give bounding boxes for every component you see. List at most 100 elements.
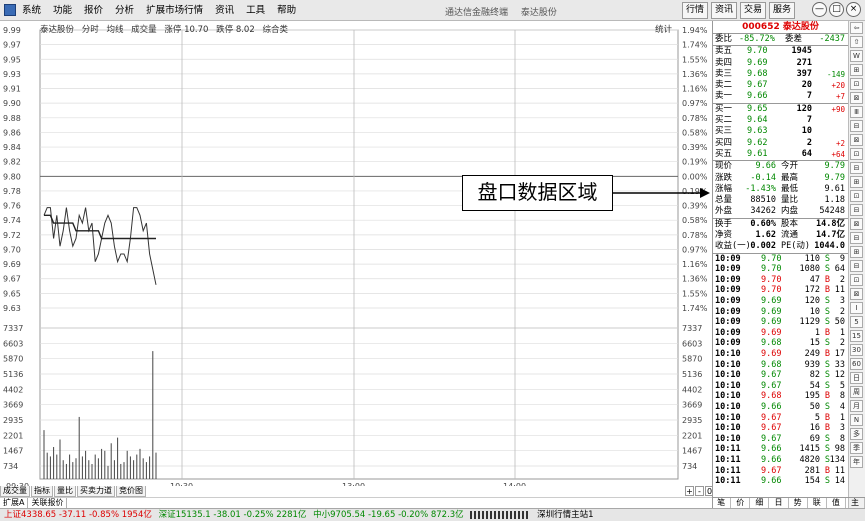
toolbar-icon[interactable]: ⊞ <box>850 246 863 258</box>
quote-row: 现价 9.66 今开 9.79 <box>713 161 848 172</box>
panel-tab[interactable]: 主 <box>846 498 865 508</box>
tick-volume: 249 <box>804 348 820 359</box>
toolbar-icon[interactable]: 15 <box>850 330 863 342</box>
toolbar-icon[interactable]: ⊠ <box>850 288 863 300</box>
pct-tick-label: 0.19% <box>682 187 708 196</box>
fund-label: 净资 <box>715 230 733 241</box>
menu-quote[interactable]: 报价 <box>84 4 103 17</box>
service-button[interactable]: 服务 <box>768 2 795 19</box>
toolbar-icon[interactable]: W <box>850 50 863 62</box>
quote-label-2: 今开 <box>781 161 799 172</box>
toolbar-icon[interactable]: 日 <box>850 372 863 384</box>
price-tick-label: 9.88 <box>3 114 21 123</box>
chart-limit-down: 跌停 8.02 <box>216 25 255 35</box>
quote-value: 34262 <box>750 206 776 217</box>
toolbar-icon[interactable]: 月 <box>850 400 863 412</box>
tab-extend-a[interactable]: 扩展A <box>0 498 29 508</box>
tick-row: 10:09 9.69 1 B 1 <box>713 328 848 339</box>
toolbar-icon[interactable]: N <box>850 414 863 426</box>
toolbar-icon[interactable]: ⊡ <box>850 78 863 90</box>
status-shanghai: 上证4338.65 -37.11 -0.85% 1954亿 <box>4 510 152 520</box>
toolbar-icon[interactable]: ⊠ <box>850 134 863 146</box>
stat-button[interactable]: 统计 <box>655 23 672 35</box>
volume-tick-label: 2935 <box>3 416 23 425</box>
quote-section: 现价 9.66 今开 9.79 涨跌 -0.14 最高 9.79 涨幅 -1.43% 最低 9.61 总… <box>713 161 848 219</box>
toolbar-icon[interactable]: 5 <box>850 316 863 328</box>
toolbar-icon[interactable]: 60 <box>850 358 863 370</box>
tab-buy-sell-force[interactable]: 买卖力道 <box>77 486 115 497</box>
fund-value: 0.60% <box>750 218 776 229</box>
tick-volume: 54 <box>809 380 820 391</box>
price-tick-label: 9.70 <box>3 245 21 254</box>
panel-tab[interactable]: 日 <box>769 498 789 508</box>
toolbar-icon[interactable]: 周 <box>850 386 863 398</box>
toolbar-icon[interactable]: ⊟ <box>850 232 863 244</box>
toolbar-icon[interactable]: Ⅰ <box>850 302 863 314</box>
trade-button[interactable]: 交易 <box>739 2 766 19</box>
panel-tab[interactable]: 笔 <box>712 498 732 508</box>
app-logo-icon[interactable] <box>4 4 16 16</box>
tick-time: 10:09 <box>715 306 741 317</box>
menu-extended-market[interactable]: 扩展市场行情 <box>146 4 203 17</box>
menu-function[interactable]: 功能 <box>53 4 72 17</box>
intraday-chart[interactable]: 9.99 1.94% 9.97 1.74% 9.95 1.55% 9.93 1.36% 9.91… <box>0 21 712 486</box>
menu-analysis[interactable]: 分析 <box>115 4 134 17</box>
pct-tick-label: 0.78% <box>682 114 708 123</box>
tick-price: 9.67 <box>761 423 782 434</box>
quote-button[interactable]: 行情 <box>681 2 708 19</box>
tab-volume[interactable]: 成交量 <box>0 486 30 497</box>
menu-system[interactable]: 系统 <box>22 4 41 17</box>
news-button[interactable]: 资讯 <box>710 2 737 19</box>
tick-volume: 195 <box>804 391 820 402</box>
menu-news[interactable]: 资讯 <box>215 4 234 17</box>
tab-volume-ratio[interactable]: 量比 <box>54 486 76 497</box>
tick-side: S <box>824 317 830 328</box>
toolbar-icon[interactable]: ⊟ <box>850 260 863 272</box>
toolbar-icon[interactable]: ⊡ <box>850 190 863 202</box>
tick-price: 9.67 <box>761 412 782 423</box>
panel-tab[interactable]: 值 <box>827 498 846 508</box>
toolbar-icon[interactable]: Ⅲ <box>850 106 863 118</box>
minimize-icon[interactable]: — <box>812 2 827 17</box>
toolbar-icon[interactable]: ⊠ <box>850 92 863 104</box>
chart-canvas[interactable]: 9.99 1.94% 9.97 1.74% 9.95 1.55% 9.93 1.36% 9.91… <box>0 21 712 486</box>
volume-tick-label: 734 <box>3 462 18 471</box>
toolbar-icon[interactable]: ⊞ <box>850 64 863 76</box>
tick-time: 10:10 <box>715 391 741 402</box>
tick-count: 64 <box>834 264 845 275</box>
panel-tab[interactable]: 势 <box>789 498 808 508</box>
toolbar-icon[interactable]: ⊟ <box>850 204 863 216</box>
toolbar-icon[interactable]: ⇦ <box>850 22 863 34</box>
menu-help[interactable]: 帮助 <box>277 4 296 17</box>
tab-related-quote[interactable]: 关联报价 <box>28 498 68 508</box>
toolbar-icon[interactable]: ⊡ <box>850 148 863 160</box>
toolbar-icon[interactable]: ⊞ <box>850 176 863 188</box>
zoom-out-button[interactable]: - <box>695 486 704 496</box>
toolbar-icon[interactable]: 季 <box>850 442 863 454</box>
tick-volume: 82 <box>809 370 820 381</box>
tick-side: S <box>824 264 830 275</box>
maximize-icon[interactable]: □ <box>829 2 844 17</box>
menu-tools[interactable]: 工具 <box>246 4 265 17</box>
toolbar-icon[interactable]: 年 <box>850 456 863 468</box>
panel-tab[interactable]: 联 <box>808 498 827 508</box>
chart-avg-legend: 均线 <box>106 25 124 35</box>
toolbar-icon[interactable]: ⊟ <box>850 120 863 132</box>
tick-row: 10:09 9.70 47 B 2 <box>713 275 848 286</box>
toolbar-icon[interactable]: ⊟ <box>850 162 863 174</box>
zoom-in-button[interactable]: + <box>685 486 694 496</box>
close-icon[interactable]: × <box>846 2 861 17</box>
tab-auction[interactable]: 竞价图 <box>116 486 146 497</box>
toolbar-icon[interactable]: 30 <box>850 344 863 356</box>
tick-list[interactable]: 10:09 9.70 110 S 9 10:09 9.70 1080 S 64 10:09 9.70 4… <box>713 254 848 487</box>
toolbar-icon[interactable]: ⊠ <box>850 218 863 230</box>
volume-tick-label: 3669 <box>3 401 23 410</box>
status-station[interactable]: 深圳行情主站1 <box>537 510 593 520</box>
toolbar-icon[interactable]: ⇧ <box>850 36 863 48</box>
toolbar-icon[interactable]: ⊡ <box>850 274 863 286</box>
toolbar-icon[interactable]: 多 <box>850 428 863 440</box>
tab-indicator[interactable]: 指标 <box>31 486 53 497</box>
tick-row: 10:10 9.68 939 S 33 <box>713 360 848 371</box>
panel-tab[interactable]: 价 <box>731 498 751 508</box>
panel-tab[interactable]: 细 <box>750 498 770 508</box>
